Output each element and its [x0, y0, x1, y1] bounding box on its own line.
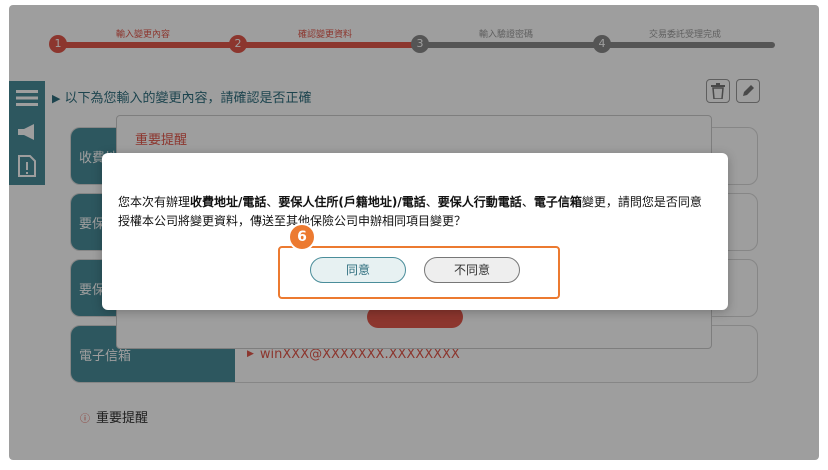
msg-text: 變更，請問您是否同意 [581, 195, 702, 209]
dialog-message: 您本次有辦理收費地址/電話、要保人住所(戶籍地址)/電話、要保人行動電話、電子信… [118, 193, 712, 231]
msg-text: 您本次有辦理 [118, 195, 191, 209]
msg-bold: 電子信箱 [533, 195, 582, 209]
disagree-button[interactable]: 不同意 [424, 257, 520, 283]
msg-sep: 、 [425, 195, 438, 209]
msg-bold: 收費地址/電話 [190, 195, 267, 209]
agree-button[interactable]: 同意 [310, 257, 406, 283]
msg-sep: 、 [521, 195, 534, 209]
msg-bold: 要保人行動電話 [437, 195, 522, 209]
msg-sep: 、 [266, 195, 279, 209]
page-frame: 1 輸入變更內容 2 確認變更資料 3 輸入驗證密碼 4 交易委託受理完成 ▶ 以… [9, 5, 819, 460]
step-number-badge: 6 [288, 223, 316, 251]
msg-bold: 要保人住所(戶籍地址)/電話 [278, 195, 426, 209]
consent-dialog: 您本次有辦理收費地址/電話、要保人住所(戶籍地址)/電話、要保人行動電話、電子信… [102, 153, 728, 310]
